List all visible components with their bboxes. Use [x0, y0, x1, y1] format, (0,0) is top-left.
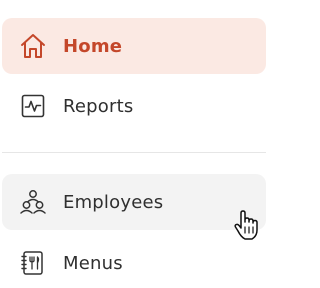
- menus-icon: [19, 249, 47, 277]
- nav-item-reports[interactable]: Reports: [2, 78, 266, 134]
- nav-item-label: Employees: [63, 191, 164, 213]
- divider: [2, 152, 266, 153]
- employees-icon: [19, 188, 47, 216]
- reports-icon: [19, 92, 47, 120]
- sidebar-nav: Home Reports Employees Menus: [0, 0, 272, 288]
- home-icon: [19, 32, 47, 60]
- nav-item-label: Home: [63, 35, 123, 57]
- nav-item-home[interactable]: Home: [2, 18, 266, 74]
- nav-item-label: Menus: [63, 252, 123, 274]
- nav-item-menus[interactable]: Menus: [2, 235, 266, 288]
- nav-item-label: Reports: [63, 95, 134, 117]
- nav-item-employees[interactable]: Employees: [2, 174, 266, 230]
